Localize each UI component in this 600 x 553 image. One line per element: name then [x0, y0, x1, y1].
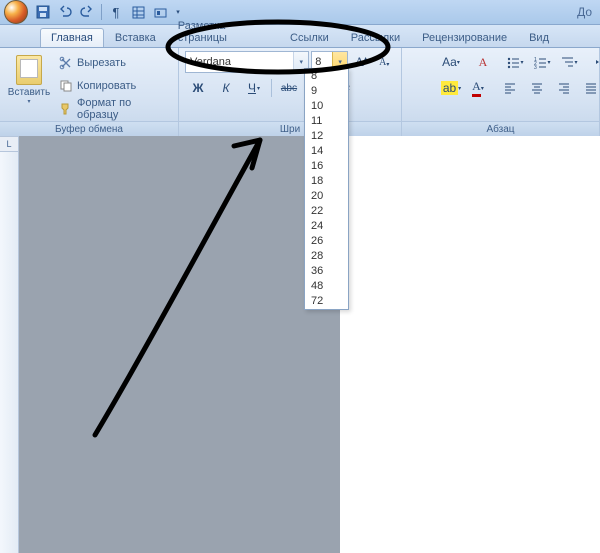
vertical-ruler: [0, 136, 19, 553]
qat-separator: [101, 4, 102, 20]
font-size-option[interactable]: 12: [305, 129, 348, 144]
group-clipboard: Вставить ▾ Вырезать Копировать Формат по…: [0, 48, 179, 138]
paste-button[interactable]: Вставить ▾: [6, 51, 52, 122]
highlight-button[interactable]: ab▾: [438, 77, 464, 99]
grow-font-button[interactable]: A▴: [350, 51, 371, 73]
tab-references[interactable]: Ссылки: [279, 28, 340, 47]
title-bar: ¶ ▾ До: [0, 0, 600, 25]
format-painter-label: Формат по образцу: [77, 97, 167, 121]
multilevel-list-button[interactable]: ▾: [556, 51, 582, 73]
align-center-icon: [530, 81, 544, 95]
office-button[interactable]: [4, 0, 28, 24]
clear-formatting-button[interactable]: A: [470, 51, 496, 73]
group-font: Verdana ▾ 8 ▾ A▴ A▾ Ж К Ч▾ abє x2 x2 Шри: [179, 48, 402, 138]
font-size-option[interactable]: 14: [305, 144, 348, 159]
font-size-option[interactable]: 28: [305, 249, 348, 264]
font-size-option[interactable]: 18: [305, 174, 348, 189]
justify-icon: [584, 81, 598, 95]
font-size-option[interactable]: 11: [305, 114, 348, 129]
font-name-value: Verdana: [186, 56, 293, 68]
document-area: [0, 136, 600, 553]
bullets-icon: [506, 55, 520, 69]
numbering-icon: 123: [533, 55, 547, 69]
font-size-option[interactable]: 26: [305, 234, 348, 249]
align-left-button[interactable]: [497, 77, 523, 99]
scissors-icon: [59, 56, 73, 70]
qat-save-icon[interactable]: [33, 2, 53, 22]
brush-icon: [59, 102, 73, 116]
qat-redo-icon[interactable]: [77, 2, 97, 22]
font-name-combo[interactable]: Verdana ▾: [185, 51, 309, 73]
font-size-value: 8: [312, 56, 332, 68]
bullets-button[interactable]: ▾: [502, 51, 528, 73]
tab-view[interactable]: Вид: [518, 28, 560, 47]
copy-button[interactable]: Копировать: [54, 75, 172, 97]
font-size-option[interactable]: 10: [305, 99, 348, 114]
window-title: До: [577, 5, 592, 19]
paste-icon: [16, 55, 42, 85]
align-right-icon: [557, 81, 571, 95]
outdent-icon: [594, 55, 600, 69]
page-margin-area: [19, 136, 339, 553]
strikethrough-button[interactable]: abє: [276, 77, 302, 99]
paste-label: Вставить: [8, 87, 50, 98]
font-size-option[interactable]: 72: [305, 294, 348, 309]
italic-button[interactable]: К: [213, 77, 239, 99]
shrink-font-button[interactable]: A▾: [374, 51, 395, 73]
justify-button[interactable]: [578, 77, 600, 99]
cut-label: Вырезать: [77, 57, 126, 69]
font-size-option[interactable]: 16: [305, 159, 348, 174]
format-painter-button[interactable]: Формат по образцу: [54, 98, 172, 120]
align-center-button[interactable]: [524, 77, 550, 99]
decrease-indent-button[interactable]: [588, 51, 600, 73]
align-left-icon: [503, 81, 517, 95]
align-right-button[interactable]: [551, 77, 577, 99]
copy-label: Копировать: [77, 80, 136, 92]
multilevel-icon: [560, 55, 574, 69]
font-size-dropdown-list: 891011121416182022242628364872: [304, 68, 349, 310]
font-size-option[interactable]: 8: [305, 69, 348, 84]
ruler-corner[interactable]: L: [0, 136, 19, 152]
font-size-option[interactable]: 20: [305, 189, 348, 204]
font-color-button[interactable]: A▾: [465, 77, 491, 99]
group-paragraph: Aa▾ A ▾ 123▾ ▾ ab▾ A▾ ▾ Абзац: [402, 48, 600, 138]
font-size-option[interactable]: 36: [305, 264, 348, 279]
ribbon-tabs: Главная Вставка Разметка страницы Ссылки…: [0, 25, 600, 48]
qat-pilcrow-icon[interactable]: ¶: [106, 2, 126, 22]
ribbon: Вставить ▾ Вырезать Копировать Формат по…: [0, 48, 600, 139]
svg-text:3: 3: [534, 65, 537, 69]
font-size-option[interactable]: 9: [305, 84, 348, 99]
separator: [271, 79, 272, 97]
copy-icon: [59, 79, 73, 93]
font-size-option[interactable]: 24: [305, 219, 348, 234]
tab-home[interactable]: Главная: [40, 28, 104, 47]
tab-insert[interactable]: Вставка: [104, 28, 167, 47]
tab-review[interactable]: Рецензирование: [411, 28, 518, 47]
font-size-option[interactable]: 48: [305, 279, 348, 294]
underline-button[interactable]: Ч▾: [241, 77, 267, 99]
tab-page-layout[interactable]: Разметка страницы: [167, 16, 279, 47]
font-size-option[interactable]: 22: [305, 204, 348, 219]
numbering-button[interactable]: 123▾: [529, 51, 555, 73]
document-page[interactable]: [339, 136, 600, 553]
cut-button[interactable]: Вырезать: [54, 52, 172, 74]
bold-button[interactable]: Ж: [185, 77, 211, 99]
qat-table-icon[interactable]: [128, 2, 148, 22]
qat-undo-icon[interactable]: [55, 2, 75, 22]
change-case-button[interactable]: Aa▾: [438, 51, 464, 73]
tab-mailings[interactable]: Рассылки: [340, 28, 411, 47]
